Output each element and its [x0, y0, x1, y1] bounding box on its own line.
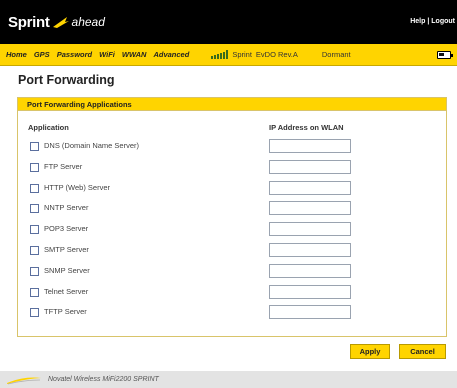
telnet-ip-input[interactable]: [269, 284, 351, 299]
nav-wifi[interactable]: WiFi: [99, 50, 115, 59]
service-label: HTTP (Web) Server: [44, 182, 110, 192]
pop3-ip-input[interactable]: [269, 222, 351, 237]
main-nav: Home GPS Password WiFi WWAN Advanced Spr…: [0, 44, 457, 66]
column-ip-address: IP Address on WLAN: [269, 123, 344, 132]
ftp-ip-input[interactable]: [269, 159, 351, 174]
network-type: EvDO Rev.A: [255, 50, 298, 59]
brand-name: Sprint: [8, 13, 50, 31]
http-checkbox[interactable]: [30, 183, 39, 193]
sprint-logo: Sprint ahead: [8, 11, 105, 33]
service-row-tftp: TFTP Server: [18, 304, 446, 325]
panel-title: Port Forwarding Applications: [18, 98, 446, 111]
service-row-snmp: SNMP Server: [18, 263, 446, 284]
service-label: SNMP Server: [44, 265, 90, 275]
snmp-checkbox[interactable]: [30, 266, 39, 276]
battery-icon: [437, 51, 453, 59]
service-label: DNS (Domain Name Server): [44, 141, 140, 150]
smtp-checkbox[interactable]: [30, 245, 39, 255]
service-label: NNTP Server: [44, 203, 89, 213]
tftp-ip-input[interactable]: [269, 305, 351, 320]
service-row-http: HTTP (Web) Server: [18, 180, 446, 201]
signal-strength-icon: [211, 50, 229, 59]
page-title: Port Forwarding: [18, 73, 115, 87]
http-ip-input[interactable]: [269, 180, 351, 195]
service-label: SMTP Server: [44, 244, 89, 254]
logout-link[interactable]: Logout: [431, 18, 455, 25]
carrier-name: Sprint: [232, 50, 252, 59]
port-forwarding-panel: Port Forwarding Applications Application…: [17, 97, 447, 337]
header-links: Help | Logout: [410, 18, 455, 25]
brand-tagline: ahead: [71, 15, 105, 29]
service-row-smtp: SMTP Server: [18, 242, 446, 263]
nntp-checkbox[interactable]: [30, 204, 39, 214]
snmp-ip-input[interactable]: [269, 263, 351, 278]
novatel-swoosh-icon: [7, 377, 41, 384]
service-row-nntp: NNTP Server: [18, 200, 446, 221]
nav-advanced[interactable]: Advanced: [153, 50, 189, 59]
nav-password[interactable]: Password: [57, 50, 92, 59]
service-label: Telnet Server: [44, 286, 89, 296]
service-label: TFTP Server: [44, 307, 87, 317]
nav-wwan[interactable]: WWAN: [122, 50, 147, 59]
service-row-ftp: FTP Server: [18, 159, 446, 180]
smtp-ip-input[interactable]: [269, 242, 351, 257]
help-link[interactable]: Help: [410, 18, 425, 25]
nntp-ip-input[interactable]: [269, 201, 351, 216]
nav-home[interactable]: Home: [6, 50, 27, 59]
service-row-pop3: POP3 Server: [18, 221, 446, 242]
ftp-checkbox[interactable]: [30, 162, 39, 172]
dns-ip-input[interactable]: [269, 139, 351, 153]
footer: Novatel Wireless MiFi2200 SPRINT: [0, 371, 457, 388]
service-label: POP3 Server: [44, 224, 89, 234]
connection-state: Dormant: [321, 50, 351, 59]
nav-gps[interactable]: GPS: [34, 50, 50, 59]
footer-device-name: Novatel Wireless MiFi2200 SPRINT: [48, 376, 159, 383]
column-application: Application: [28, 123, 69, 132]
cancel-button[interactable]: Cancel: [399, 344, 446, 359]
sprint-swoosh-icon: [52, 17, 69, 28]
telnet-checkbox[interactable]: [30, 287, 39, 297]
service-list: DNS (Domain Name Server) FTP Server HTTP…: [18, 138, 446, 325]
service-row-dns: DNS (Domain Name Server): [18, 138, 446, 159]
pop3-checkbox[interactable]: [30, 225, 39, 235]
service-label: FTP Server: [44, 161, 83, 171]
top-header: Sprint ahead Help | Logout: [0, 0, 457, 44]
service-row-telnet: Telnet Server: [18, 284, 446, 305]
apply-button[interactable]: Apply: [350, 344, 390, 359]
tftp-checkbox[interactable]: [30, 308, 39, 318]
dns-checkbox[interactable]: [30, 142, 39, 151]
link-separator: |: [427, 18, 430, 25]
